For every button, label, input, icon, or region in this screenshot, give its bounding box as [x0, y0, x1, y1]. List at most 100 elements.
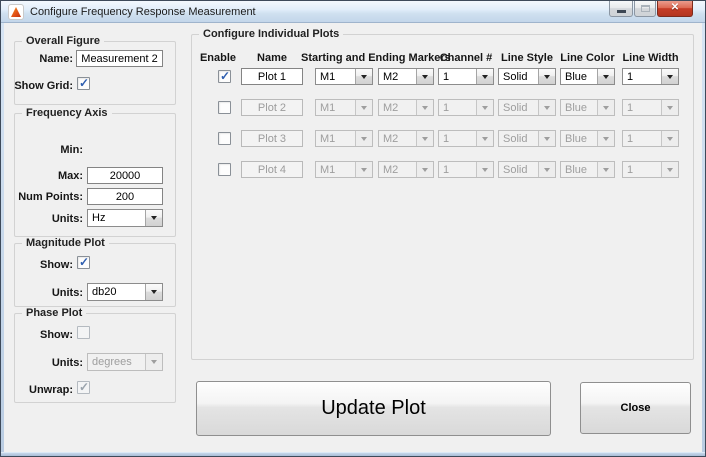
- chevron-down-icon: [597, 69, 614, 84]
- plot2-line-style-dropdown[interactable]: Solid: [498, 99, 556, 116]
- num-points-input[interactable]: [87, 188, 163, 205]
- maximize-button[interactable]: [634, 1, 656, 17]
- name-column-header: Name: [241, 52, 303, 64]
- chevron-down-icon: [355, 100, 372, 115]
- chevron-down-icon: [476, 131, 493, 146]
- plot1-start-marker-dropdown[interactable]: M1: [315, 68, 373, 85]
- plot-row-4: M1 M2 1 Solid Blue 1: [1, 161, 706, 181]
- chevron-down-icon: [145, 210, 162, 226]
- phase-show-label: Show:: [11, 329, 73, 341]
- chevron-down-icon: [476, 162, 493, 177]
- phase-units-dropdown[interactable]: degrees: [87, 353, 163, 371]
- name-label: Name:: [11, 53, 73, 65]
- window-frame-left: [1, 1, 4, 456]
- plot2-end-marker-dropdown[interactable]: M2: [378, 99, 434, 116]
- plot1-line-style-dropdown[interactable]: Solid: [498, 68, 556, 85]
- phase-show-checkbox[interactable]: [77, 326, 90, 339]
- magnitude-plot-group-title: Magnitude Plot: [22, 237, 109, 249]
- unwrap-checkbox[interactable]: [77, 381, 90, 394]
- figure-name-input[interactable]: [76, 50, 163, 67]
- chevron-down-icon: [145, 354, 162, 370]
- plot3-enable-checkbox[interactable]: [218, 132, 231, 145]
- plot1-channel-dropdown[interactable]: 1: [438, 68, 494, 85]
- unwrap-label: Unwrap:: [11, 384, 73, 396]
- plot4-line-width-dropdown[interactable]: 1: [622, 161, 679, 178]
- chevron-down-icon: [661, 69, 678, 84]
- plot-row-2: M1 M2 1 Solid Blue 1: [1, 99, 706, 119]
- markers-column-header: Starting and Ending Markers: [301, 52, 447, 64]
- plot3-line-width-dropdown[interactable]: 1: [622, 130, 679, 147]
- line-color-column-header: Line Color: [560, 52, 615, 64]
- chevron-down-icon: [416, 100, 433, 115]
- chevron-down-icon: [355, 162, 372, 177]
- line-width-column-header: Line Width: [622, 52, 679, 64]
- matlab-icon: [8, 4, 24, 20]
- chevron-down-icon: [416, 69, 433, 84]
- channel-column-header: Channel #: [438, 52, 494, 64]
- freq-units-label: Units:: [11, 213, 83, 225]
- window-title: Configure Frequency Response Measurement: [30, 6, 256, 18]
- window-frame-right: [702, 1, 705, 456]
- plot2-start-marker-dropdown[interactable]: M1: [315, 99, 373, 116]
- plot4-line-style-dropdown[interactable]: Solid: [498, 161, 556, 178]
- chevron-down-icon: [355, 131, 372, 146]
- minimize-button[interactable]: [609, 1, 633, 17]
- magnitude-show-label: Show:: [11, 259, 73, 271]
- plot3-channel-dropdown[interactable]: 1: [438, 130, 494, 147]
- chevron-down-icon: [476, 69, 493, 84]
- plot1-end-marker-dropdown[interactable]: M2: [378, 68, 434, 85]
- close-window-button[interactable]: ✕: [657, 1, 693, 17]
- chevron-down-icon: [538, 100, 555, 115]
- plot1-line-width-dropdown[interactable]: 1: [622, 68, 679, 85]
- phase-units-label: Units:: [11, 357, 83, 369]
- chevron-down-icon: [661, 100, 678, 115]
- chevron-down-icon: [538, 162, 555, 177]
- enable-column-header: Enable: [194, 52, 242, 64]
- plot1-name-input[interactable]: [241, 68, 303, 85]
- individual-plots-group-title: Configure Individual Plots: [199, 28, 343, 40]
- chevron-down-icon: [416, 131, 433, 146]
- magnitude-units-label: Units:: [11, 287, 83, 299]
- plot4-enable-checkbox[interactable]: [218, 163, 231, 176]
- chevron-down-icon: [416, 162, 433, 177]
- plot3-name-input[interactable]: [241, 130, 303, 147]
- plot4-line-color-dropdown[interactable]: Blue: [560, 161, 615, 178]
- plot3-start-marker-dropdown[interactable]: M1: [315, 130, 373, 147]
- num-points-label: Num Points:: [11, 191, 83, 203]
- chevron-down-icon: [661, 131, 678, 146]
- plot1-enable-checkbox[interactable]: [218, 70, 231, 83]
- update-plot-button[interactable]: Update Plot: [196, 381, 551, 436]
- chevron-down-icon: [355, 69, 372, 84]
- magnitude-show-checkbox[interactable]: [77, 256, 90, 269]
- dialog-window: Configure Frequency Response Measurement…: [0, 0, 706, 457]
- plot4-start-marker-dropdown[interactable]: M1: [315, 161, 373, 178]
- plot1-line-color-dropdown[interactable]: Blue: [560, 68, 615, 85]
- title-bar[interactable]: Configure Frequency Response Measurement: [1, 1, 705, 23]
- plot4-channel-dropdown[interactable]: 1: [438, 161, 494, 178]
- plot2-channel-dropdown[interactable]: 1: [438, 99, 494, 116]
- plot2-enable-checkbox[interactable]: [218, 101, 231, 114]
- plot4-end-marker-dropdown[interactable]: M2: [378, 161, 434, 178]
- chevron-down-icon: [597, 162, 614, 177]
- chevron-down-icon: [597, 100, 614, 115]
- phase-plot-group-title: Phase Plot: [22, 307, 86, 319]
- close-button[interactable]: Close: [580, 382, 691, 434]
- magnitude-units-dropdown[interactable]: db20: [87, 283, 163, 301]
- plot-row-1: M1 M2 1 Solid Blue 1: [1, 68, 706, 88]
- plot4-name-input[interactable]: [241, 161, 303, 178]
- plot2-line-color-dropdown[interactable]: Blue: [560, 99, 615, 116]
- chevron-down-icon: [661, 162, 678, 177]
- chevron-down-icon: [145, 284, 162, 300]
- close-icon: ✕: [658, 2, 692, 13]
- overall-figure-group-title: Overall Figure: [22, 35, 104, 47]
- plot3-line-style-dropdown[interactable]: Solid: [498, 130, 556, 147]
- plot-row-3: M1 M2 1 Solid Blue 1: [1, 130, 706, 150]
- plot2-line-width-dropdown[interactable]: 1: [622, 99, 679, 116]
- plot3-line-color-dropdown[interactable]: Blue: [560, 130, 615, 147]
- window-frame-bottom: [1, 452, 705, 456]
- minimize-icon: [617, 10, 626, 13]
- freq-units-dropdown[interactable]: Hz: [87, 209, 163, 227]
- chevron-down-icon: [538, 131, 555, 146]
- plot2-name-input[interactable]: [241, 99, 303, 116]
- plot3-end-marker-dropdown[interactable]: M2: [378, 130, 434, 147]
